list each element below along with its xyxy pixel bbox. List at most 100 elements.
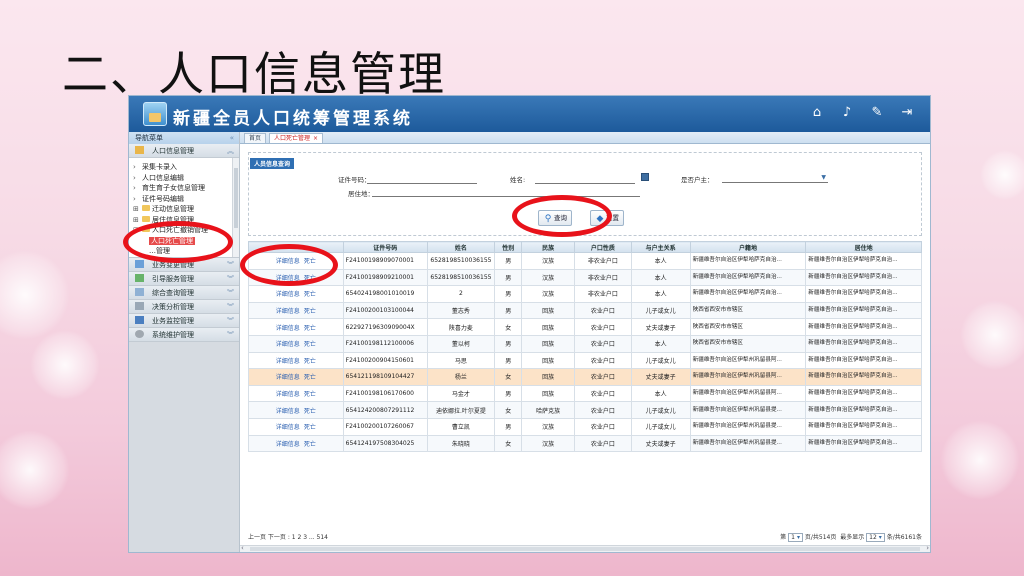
result-table-wrap: 证件号码 姓名 性别 民族 户口性质 与户主关系 户籍地 居住地 详细信息 死亡 F… xyxy=(248,241,922,453)
chart-icon xyxy=(135,316,144,324)
detail-link[interactable]: 详细信息 xyxy=(276,441,300,448)
tree-scrollbar[interactable] xyxy=(232,158,239,257)
residence-cell: 新疆维吾尔自治区伊犁哈萨克自治... xyxy=(805,252,922,270)
bell-icon[interactable]: ♪ xyxy=(840,106,854,120)
blossom-decoration xyxy=(940,420,1020,500)
death-link[interactable]: 死亡 xyxy=(304,308,316,315)
table-row[interactable]: 详细信息 死亡 F24100200107260067 曹立凯男汉族 农业户口 儿子或女儿新… xyxy=(248,417,922,436)
nav-group-label: 引导服务管理 xyxy=(152,275,194,283)
death-link[interactable]: 死亡 xyxy=(304,358,316,365)
chevron-down-icon: ▾ xyxy=(878,534,882,541)
tree-item-children[interactable]: › 育生育子女信息管理 xyxy=(133,183,239,194)
id-input[interactable] xyxy=(367,183,477,184)
detail-link[interactable]: 详细信息 xyxy=(276,424,300,431)
tree-item-label: 采集卡录入 xyxy=(142,163,177,171)
residence-input[interactable] xyxy=(372,196,640,197)
sex-cell: 男 xyxy=(494,417,523,436)
residence-cell: 新疆维吾尔自治区伊犁哈萨克自治... xyxy=(805,434,922,453)
tree-item-id-edit[interactable]: › 证件号码编辑 xyxy=(133,194,239,205)
col-header-residence[interactable]: 居住地 xyxy=(805,241,922,253)
death-link[interactable]: 死亡 xyxy=(304,441,316,448)
nav-group-population[interactable]: 人口信息管理 ︽ xyxy=(129,144,239,158)
nav-group-monitor[interactable]: 业务监控管理 ︾ xyxy=(129,314,239,328)
detail-link[interactable]: 详细信息 xyxy=(276,308,300,315)
hukou-cell: 非农业户口 xyxy=(573,268,632,287)
page-select[interactable]: 1 ▾ xyxy=(788,533,803,542)
registration-cell: 新疆维吾尔自治区伊犁州巩留县提... xyxy=(689,434,807,453)
table-row[interactable]: 详细信息 死亡 F24100198106170600 马金才男回族 农业户口 本人 新疆维吾… xyxy=(248,384,922,403)
detail-link[interactable]: 详细信息 xyxy=(276,408,300,415)
hukou-cell: 农业户口 xyxy=(573,334,632,353)
registration-cell: 陕西省西安市市辖区 xyxy=(689,301,807,320)
table-row[interactable]: 详细信息 死亡 F24100200103100044 董志秀男回族 农业户口 儿子或女儿陕… xyxy=(248,301,922,320)
tree-item-card-entry[interactable]: › 采集卡录入 xyxy=(133,162,239,173)
ethnic-cell: 汉族 xyxy=(521,252,575,270)
col-header-sex[interactable]: 性别 xyxy=(494,241,523,253)
detail-link[interactable]: 详细信息 xyxy=(276,291,300,298)
sex-cell: 男 xyxy=(494,285,523,303)
table-row[interactable]: 详细信息 死亡 F24100198112100006 董以柯男回族 农业户口 本人 陕西省西… xyxy=(248,334,922,353)
death-link[interactable]: 死亡 xyxy=(304,424,316,431)
name-input[interactable] xyxy=(535,183,635,184)
tree-item-label: 育生育子女信息管理 xyxy=(142,184,205,192)
death-link[interactable]: 死亡 xyxy=(304,391,316,398)
id-cell: F24100198909210001 xyxy=(342,268,428,287)
col-header-ethnic[interactable]: 民族 xyxy=(521,241,575,253)
householder-select[interactable]: ▼ xyxy=(722,174,828,183)
nav-group-query[interactable]: 综合查询管理 ︾ xyxy=(129,286,239,300)
detail-link[interactable]: 详细信息 xyxy=(276,325,300,332)
tab-home[interactable]: 首页 xyxy=(244,133,267,143)
death-link[interactable]: 死亡 xyxy=(304,408,316,415)
scroll-left-icon[interactable]: ‹ xyxy=(241,544,244,552)
col-header-id[interactable]: 证件号码 xyxy=(342,241,428,253)
pager-links[interactable]: 上一页 下一页 : 1 2 3 ... 514 xyxy=(248,534,328,541)
collapse-icon[interactable]: « xyxy=(230,132,234,144)
death-link[interactable]: 死亡 xyxy=(304,341,316,348)
nav-group-analysis[interactable]: 决策分析管理 ︾ xyxy=(129,300,239,314)
table-row[interactable]: 详细信息 死亡 F24100200904150601 马思男回族 农业户口 儿子或女儿 新疆… xyxy=(248,351,922,370)
pagesize-select[interactable]: 12 ▾ xyxy=(866,533,885,542)
detail-link[interactable]: 详细信息 xyxy=(276,391,300,398)
nav-group-guide-service[interactable]: 引导服务管理 ︾ xyxy=(129,272,239,286)
hukou-cell: 农业户口 xyxy=(573,301,632,320)
table-row[interactable]: 详细信息 死亡 654124200807291112 迪依娜拉.叶尔夏提女哈萨克族 农业… xyxy=(248,401,922,419)
blossom-decoration xyxy=(980,150,1024,200)
lookup-icon[interactable] xyxy=(641,173,649,181)
nav-group-label: 业务监控管理 xyxy=(152,317,194,325)
table-row[interactable]: 详细信息 死亡 654121198109104427 杨兰女回族 农业户口 丈夫或妻子 新疆… xyxy=(248,368,922,386)
col-header-name[interactable]: 姓名 xyxy=(426,241,496,253)
logout-icon[interactable]: ⇥ xyxy=(900,106,914,120)
registration-cell: 新疆维吾尔自治区伊犁哈萨克自治... xyxy=(689,285,807,303)
detail-link[interactable]: 详细信息 xyxy=(276,341,300,348)
scroll-right-icon[interactable]: › xyxy=(926,544,929,552)
home-icon[interactable]: ⌂ xyxy=(810,106,824,120)
table-row[interactable]: 详细信息 死亡 F24100198909070001 6528198510036155… xyxy=(248,252,922,270)
table-row[interactable]: 详细信息 死亡 654024198001010019 2 男汉族 非农业户口 本人 新疆维吾尔… xyxy=(248,285,922,303)
col-header-relation[interactable]: 与户主关系 xyxy=(630,241,691,253)
tab-death-manage[interactable]: 人口死亡管理 × xyxy=(269,133,324,143)
table-row[interactable]: 详细信息 死亡 654124197508304025 朱晓晓女汉族 农业户口 丈夫或妻子新… xyxy=(248,434,922,453)
wrench-icon[interactable]: ✎ xyxy=(870,106,884,120)
close-icon[interactable]: × xyxy=(313,135,318,142)
col-header-hukou[interactable]: 户口性质 xyxy=(573,241,632,253)
residence-cell: 新疆维吾尔自治区伊犁哈萨克自治... xyxy=(805,351,922,370)
id-cell: F24100198112100006 xyxy=(342,334,428,353)
id-cell: 654124200807291112 xyxy=(342,401,428,419)
detail-link[interactable]: 详细信息 xyxy=(276,358,300,365)
table-row[interactable]: 详细信息 死亡 F24100198909210001 6528198510036155… xyxy=(248,268,922,287)
death-link[interactable]: 死亡 xyxy=(304,374,316,381)
page-select-value: 1 xyxy=(791,534,795,541)
death-link[interactable]: 死亡 xyxy=(304,291,316,298)
death-link[interactable]: 死亡 xyxy=(304,325,316,332)
table-row[interactable]: 详细信息 死亡 62292719630909004X 陕喜力麦女回族 农业户口 丈夫或妻子… xyxy=(248,318,922,336)
name-cell: 董志秀 xyxy=(426,301,496,320)
nav-group-system[interactable]: 系统维护管理 ︾ xyxy=(129,328,239,342)
name-cell: 陕喜力麦 xyxy=(426,318,496,336)
residence-label: 居住地： xyxy=(348,190,374,198)
tree-item-migration[interactable]: ⊞ 迁动信息管理 xyxy=(133,204,239,215)
tree-item-info-edit[interactable]: › 人口信息编辑 xyxy=(133,173,239,184)
horizontal-scrollbar[interactable]: ‹ › xyxy=(240,544,930,552)
col-header-registration[interactable]: 户籍地 xyxy=(689,241,807,253)
ethnic-cell: 回族 xyxy=(521,368,575,386)
detail-link[interactable]: 详细信息 xyxy=(276,374,300,381)
